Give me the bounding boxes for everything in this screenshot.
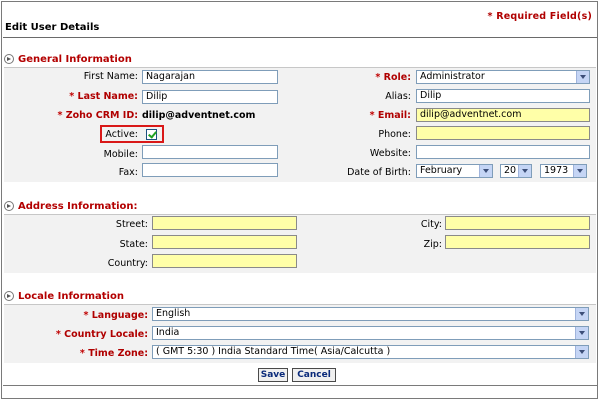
title-divider xyxy=(3,37,597,38)
zip-label: Zip: xyxy=(423,239,442,250)
address-info-heading[interactable]: Address Information: xyxy=(4,199,138,213)
fax-label: Fax: xyxy=(118,167,138,178)
language-label: * Language: xyxy=(83,310,148,321)
role-select[interactable]: Administrator xyxy=(416,70,590,84)
country-locale-label: * Country Locale: xyxy=(55,329,148,340)
email-label: * Email: xyxy=(369,110,411,121)
phone-label: Phone: xyxy=(378,129,411,140)
alias-label: Alias: xyxy=(385,91,411,102)
phone-input[interactable] xyxy=(416,126,590,140)
active-checkbox[interactable] xyxy=(146,129,157,140)
role-label: * Role: xyxy=(375,72,411,83)
chevron-down-icon[interactable] xyxy=(575,308,588,320)
locale-info-heading-label: Locale Information xyxy=(18,290,124,302)
section-toggle-icon[interactable] xyxy=(4,201,14,211)
city-input[interactable] xyxy=(445,216,590,230)
active-label: Active: xyxy=(105,129,138,140)
street-label: Street: xyxy=(115,219,148,230)
page-title: Edit User Details xyxy=(5,22,100,33)
language-select[interactable]: English xyxy=(152,307,589,321)
crm-id-value: dilip@adventnet.com xyxy=(142,110,256,121)
fax-input[interactable] xyxy=(142,163,278,177)
country-input[interactable] xyxy=(152,254,297,268)
locale-info-heading[interactable]: Locale Information xyxy=(4,289,124,303)
last-name-input[interactable]: Dilip xyxy=(142,90,278,104)
country-label: Country: xyxy=(107,258,148,269)
mobile-input[interactable] xyxy=(142,145,278,159)
time-zone-label: * Time Zone: xyxy=(79,348,148,359)
required-fields-note: * Required Field(s) xyxy=(487,11,592,22)
chevron-down-icon[interactable] xyxy=(576,71,589,83)
cancel-button[interactable]: Cancel xyxy=(292,368,336,382)
save-button[interactable]: Save xyxy=(258,368,288,382)
website-label: Website: xyxy=(369,148,411,159)
website-input[interactable] xyxy=(416,145,590,159)
section-toggle-icon[interactable] xyxy=(4,54,14,64)
dob-month-select[interactable]: February xyxy=(416,164,493,178)
section-toggle-icon[interactable] xyxy=(4,291,14,301)
state-input[interactable] xyxy=(152,235,297,249)
first-name-label: First Name: xyxy=(83,71,138,82)
street-input[interactable] xyxy=(152,216,297,230)
country-locale-select[interactable]: India xyxy=(152,326,589,340)
last-name-label: * Last Name: xyxy=(69,91,138,102)
chevron-down-icon[interactable] xyxy=(479,165,492,177)
dob-label: Date of Birth: xyxy=(347,167,411,178)
state-label: State: xyxy=(119,239,148,250)
first-name-input[interactable]: Nagarajan xyxy=(142,70,278,84)
dob-day-select[interactable]: 20 xyxy=(500,164,532,178)
city-label: City: xyxy=(420,219,442,230)
chevron-down-icon[interactable] xyxy=(518,165,531,177)
general-info-heading-label: General Information xyxy=(18,53,132,65)
chevron-down-icon[interactable] xyxy=(575,327,588,339)
dob-year-select[interactable]: 1973 xyxy=(540,164,587,178)
chevron-down-icon[interactable] xyxy=(573,165,586,177)
crm-id-label: * Zoho CRM ID: xyxy=(57,110,138,121)
bottom-divider xyxy=(3,385,597,386)
time-zone-select[interactable]: ( GMT 5:30 ) India Standard Time( Asia/C… xyxy=(152,345,589,359)
mobile-label: Mobile: xyxy=(103,149,138,160)
address-info-heading-label: Address Information: xyxy=(18,200,138,212)
alias-input[interactable]: Dilip xyxy=(416,89,590,103)
chevron-down-icon[interactable] xyxy=(575,346,588,358)
general-info-heading[interactable]: General Information xyxy=(4,52,132,66)
zip-input[interactable] xyxy=(445,235,590,249)
email-input[interactable]: dilip@adventnet.com xyxy=(416,108,590,122)
